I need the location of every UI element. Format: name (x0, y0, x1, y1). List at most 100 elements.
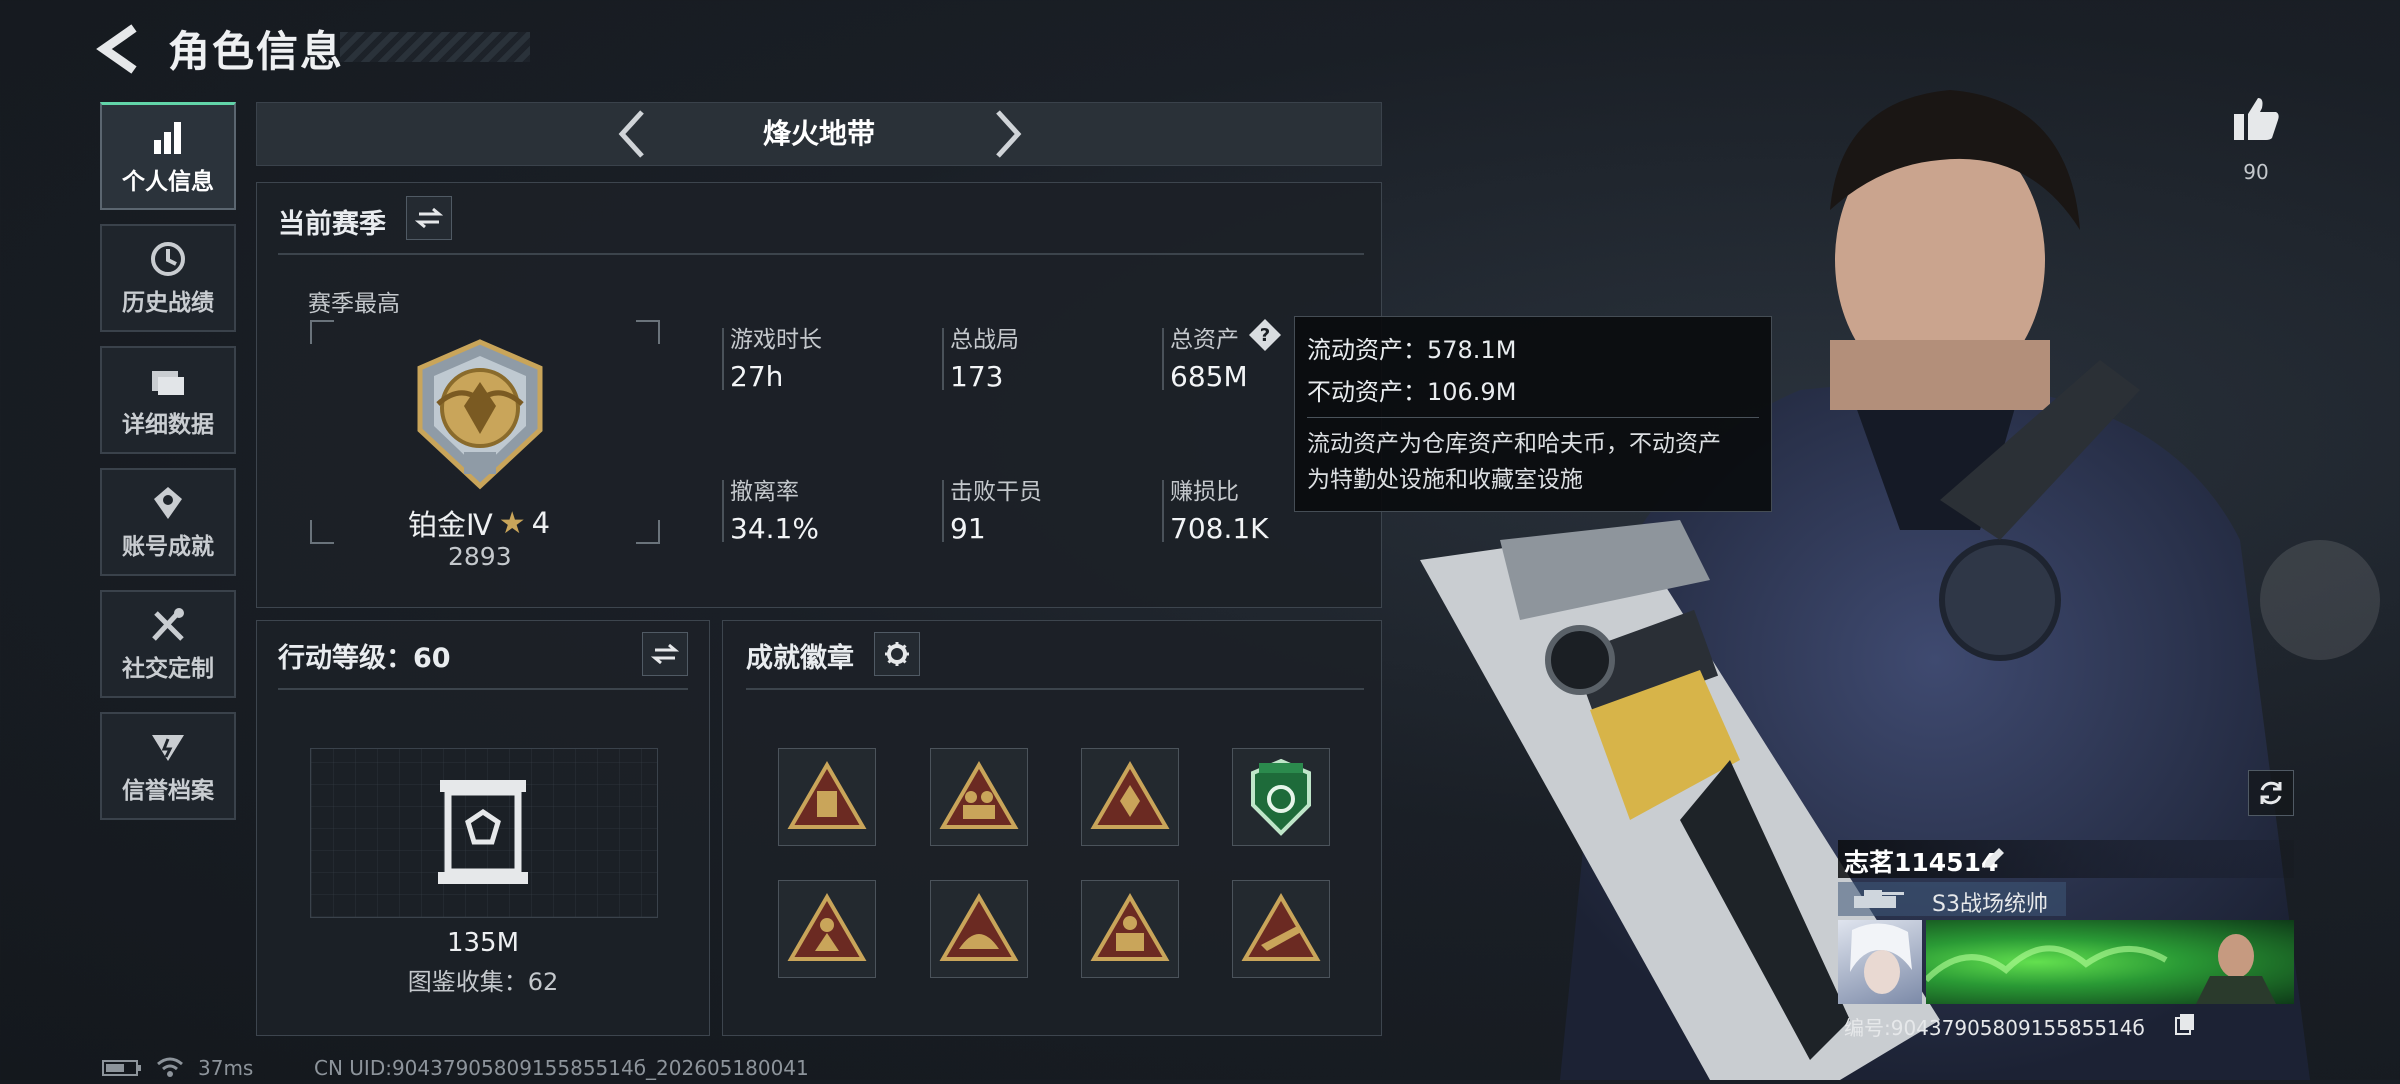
tooltip-description-line: 为特勤处设施和收藏室设施 (1307, 467, 1583, 493)
tooltip-description-line: 流动资产为仓库资产和哈夫币，不动资产 (1307, 431, 1721, 457)
pencil-icon (1984, 848, 2004, 868)
back-button[interactable] (96, 24, 152, 74)
stat-marker (1162, 328, 1164, 390)
nav-label: 详细数据 (122, 412, 214, 438)
stat-value: 173 (950, 360, 1004, 393)
nav-history[interactable]: 历史战绩 (100, 224, 236, 332)
action-level-switch-button[interactable] (642, 632, 688, 676)
title-decoration (340, 32, 530, 62)
tooltip-fixed-assets: 不动资产：106.9M (1307, 378, 1517, 406)
collection-value: 135M (446, 928, 520, 958)
player-title: S3战场统帅 (1932, 892, 2048, 917)
stat-marker (942, 480, 944, 542)
page-title: 角色信息 (168, 27, 345, 76)
svg-text:?: ? (1260, 325, 1270, 346)
achievement-badge[interactable] (1081, 880, 1179, 978)
action-level-title: 行动等级：60 (278, 643, 451, 674)
tooltip-liquid-assets: 流动资产：578.1M (1307, 336, 1517, 364)
tools-icon (152, 608, 184, 641)
team-badge-icon (939, 761, 1019, 829)
stat-marker (722, 480, 724, 542)
help-icon[interactable]: ? (1248, 318, 1282, 356)
achievements-settings-button[interactable] (874, 632, 920, 676)
collection-count: 图鉴收集：62 (407, 968, 559, 996)
refresh-character-button[interactable] (2248, 770, 2294, 816)
achievement-badge[interactable] (930, 880, 1028, 978)
like-count: 90 (2243, 160, 2269, 184)
divider (1307, 417, 1759, 418)
soldier-badge-icon (787, 893, 867, 961)
copy-icon (2175, 1014, 2194, 1035)
achievement-badge[interactable] (930, 748, 1028, 846)
achievements-title: 成就徽章 (746, 643, 854, 674)
folder-icon (152, 371, 184, 395)
stat-value: 91 (950, 512, 986, 545)
player-banner[interactable] (1923, 920, 2294, 1004)
ping-value: 37ms (198, 1056, 254, 1080)
achievement-badge[interactable] (1232, 880, 1330, 978)
player-name: 志茗114514 (1844, 848, 1999, 877)
achievement-badge[interactable] (778, 748, 876, 846)
nav-label: 历史战绩 (122, 290, 214, 316)
supply-badge-icon (787, 761, 867, 829)
chevron-right-icon (996, 110, 1022, 158)
stat-marker (722, 328, 724, 390)
nav-social-custom[interactable]: 社交定制 (100, 590, 236, 698)
stat-marker (1162, 480, 1164, 542)
nav-label: 个人信息 (122, 168, 214, 195)
stat-label: 总战局 (950, 327, 1019, 353)
nav-label: 信誉档案 (122, 778, 214, 804)
rank-stars: 4 (531, 506, 551, 540)
tent-badge-icon (939, 893, 1019, 961)
edit-name-button[interactable] (1980, 844, 2008, 876)
stat-label: 赚损比 (1170, 479, 1239, 505)
chevron-left-icon (618, 110, 644, 158)
nav-achievements[interactable]: 账号成就 (100, 468, 236, 576)
copy-id-button[interactable] (2174, 1012, 2196, 1040)
bar-chart-icon (154, 121, 181, 154)
divider (278, 688, 688, 690)
title-tank-icon (1848, 886, 1906, 916)
achievement-icon (154, 487, 182, 519)
mode-title: 烽火地带 (762, 117, 875, 150)
stat-marker (942, 328, 944, 390)
battery-icon (102, 1060, 142, 1080)
frame-corner (310, 520, 334, 544)
rank-score: 2893 (448, 542, 512, 571)
divider (746, 688, 1364, 690)
collection-showcase-icon (434, 776, 532, 890)
avatar-portrait (1850, 923, 1912, 994)
weapon-badge-icon (1241, 893, 1321, 961)
rank-emblem (400, 334, 560, 498)
achievement-badge[interactable] (778, 880, 876, 978)
achievement-badge[interactable] (1081, 748, 1179, 846)
divider (278, 253, 1364, 255)
nav-detailed-data[interactable]: 详细数据 (100, 346, 236, 454)
like-button[interactable] (2232, 96, 2280, 146)
nav-label: 社交定制 (122, 656, 214, 682)
wifi-icon (156, 1056, 184, 1082)
mode-next-button[interactable] (982, 108, 1032, 160)
swap-icon (415, 207, 443, 229)
nav-reputation[interactable]: 信誉档案 (100, 712, 236, 820)
hands-badge-icon (1090, 761, 1170, 829)
frame-corner (310, 320, 334, 344)
nav-personal-info[interactable]: 个人信息 (100, 102, 236, 210)
mode-prev-button[interactable] (608, 108, 658, 160)
stat-label: 总资产 (1170, 327, 1239, 353)
number-badge-icon (1090, 893, 1170, 961)
achievement-badge[interactable] (1232, 748, 1330, 846)
stat-label: 击败干员 (950, 479, 1042, 505)
gear-icon (885, 642, 909, 666)
stat-value: 708.1K (1170, 512, 1269, 545)
stat-value: 34.1% (730, 512, 819, 545)
uid-text: CN UID:9043790580915585514б_202605180041 (314, 1056, 809, 1080)
season-switch-button[interactable] (406, 196, 452, 240)
season-title: 当前赛季 (278, 209, 386, 240)
history-clock-icon (151, 242, 185, 276)
asset-tooltip: 流动资产：578.1M 不动资产：106.9M 流动资产为仓库资产和哈夫币，不动… (1294, 316, 1772, 512)
frame-corner (636, 520, 660, 544)
stat-label: 游戏时长 (730, 327, 822, 353)
season-best-label: 赛季最高 (308, 291, 400, 317)
player-avatar[interactable] (1838, 920, 1922, 1004)
